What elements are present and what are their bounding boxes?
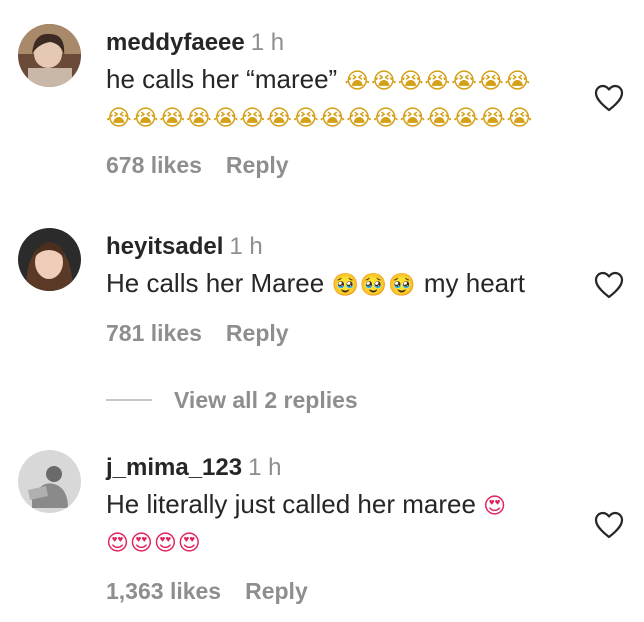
likes-count[interactable]: 678 likes (106, 152, 202, 178)
timestamp: 1 h (248, 454, 282, 481)
crying-emoji-group: 😭😭😭😭😭😭😭😭😭😭😭😭😭😭😭😭 (106, 106, 534, 131)
comment-text: he calls her “maree” (106, 64, 338, 94)
heart-eyes-emoji: 😍 (483, 494, 508, 519)
likes-count[interactable]: 781 likes (106, 320, 202, 346)
heart-outline-icon[interactable] (594, 84, 624, 112)
timestamp: 1 h (250, 29, 285, 56)
avatar[interactable] (18, 24, 81, 87)
username[interactable]: heyitsadel (106, 233, 223, 260)
likes-count[interactable]: 1,363 likes (106, 578, 221, 604)
heart-outline-icon[interactable] (594, 271, 624, 299)
view-replies-toggle[interactable]: View all 2 replies (106, 384, 358, 416)
comment-text-tail: my heart (423, 268, 526, 298)
avatar[interactable] (18, 450, 81, 513)
comment-text: He literally just called her maree (106, 489, 476, 519)
pleading-emoji-group: 🥹🥹🥹 (331, 273, 417, 298)
timestamp: 1 h (229, 233, 263, 260)
comment-meta: 1,363 likes Reply (106, 578, 308, 605)
avatar[interactable] (18, 228, 81, 291)
heart-eyes-emoji-group: 😍😍😍😍 (106, 531, 202, 556)
username[interactable]: meddyfaeee (106, 29, 245, 56)
username[interactable]: j_mima_123 (106, 454, 242, 481)
reply-button[interactable]: Reply (226, 320, 289, 346)
divider-line (106, 399, 152, 401)
comment-meta: 781 likes Reply (106, 320, 289, 347)
heart-outline-icon[interactable] (594, 511, 624, 539)
comment-meta: 678 likes Reply (106, 152, 289, 179)
reply-button[interactable]: Reply (226, 152, 289, 178)
crying-emoji-group: 😭😭😭😭😭😭😭 (344, 69, 532, 94)
reply-button[interactable]: Reply (245, 578, 308, 604)
comment-text: He calls her Maree (106, 268, 325, 298)
view-replies-label[interactable]: View all 2 replies (174, 387, 358, 414)
